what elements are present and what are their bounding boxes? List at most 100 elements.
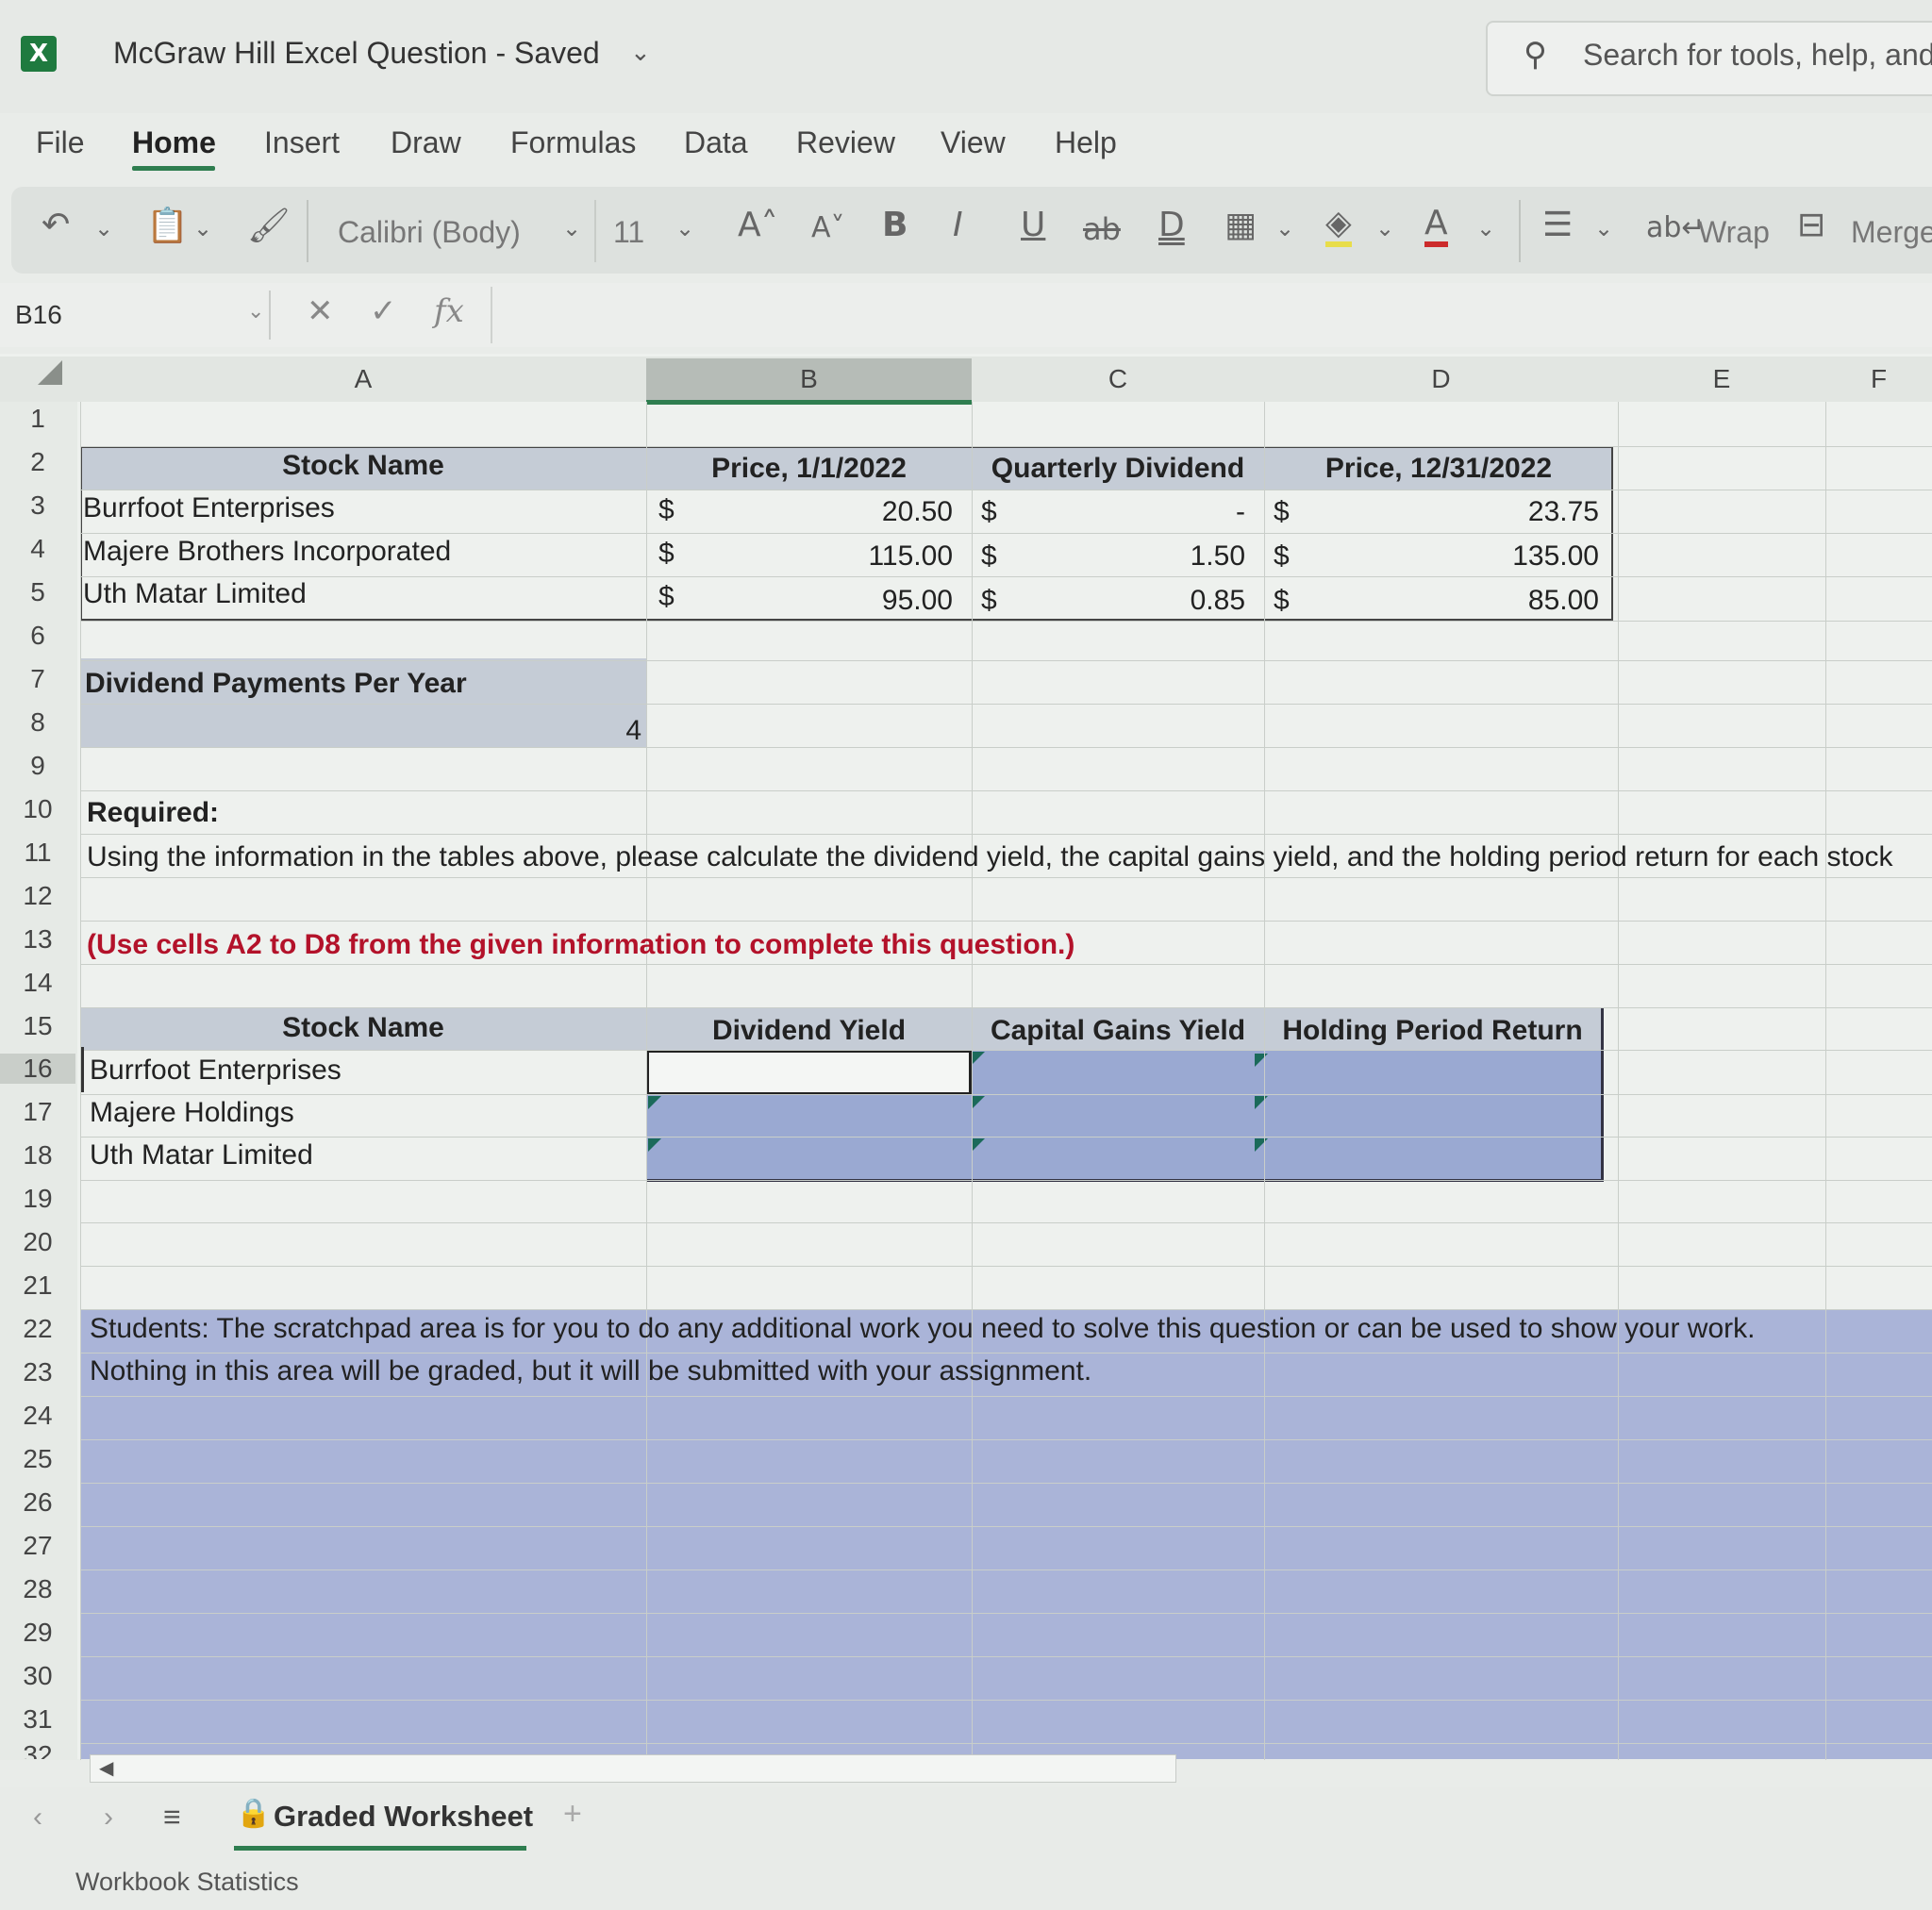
chevron-down-icon[interactable]: ⌄ (675, 215, 694, 241)
decrease-font-icon[interactable]: A˅ (811, 211, 845, 244)
table2-header-capital-gains-yield[interactable]: Capital Gains Yield (972, 1015, 1264, 1047)
price-start-cell[interactable]: 115.00 (693, 540, 953, 573)
dividend-cell[interactable]: 1.50 (1019, 540, 1245, 573)
strikethrough-icon[interactable]: ab (1083, 211, 1121, 247)
row-header[interactable]: 1 (0, 404, 75, 434)
menu-insert[interactable]: Insert (264, 125, 340, 160)
horizontal-scrollbar[interactable] (90, 1754, 1176, 1783)
document-title[interactable]: McGraw Hill Excel Question - Saved (113, 36, 600, 71)
table1-header-stock-name[interactable]: Stock Name (80, 450, 646, 482)
row-header[interactable]: 14 (0, 968, 75, 998)
select-all-icon[interactable] (38, 360, 62, 385)
required-label[interactable]: Required: (87, 797, 219, 829)
chevron-down-icon[interactable]: ⌄ (1375, 215, 1394, 241)
row-header[interactable]: 17 (0, 1097, 75, 1127)
row-header[interactable]: 28 (0, 1574, 75, 1604)
stock-name-cell[interactable]: Uth Matar Limited (83, 578, 307, 610)
bold-icon[interactable]: B (882, 206, 908, 244)
row-header[interactable]: 20 (0, 1227, 75, 1257)
workbook-statistics[interactable]: Workbook Statistics (75, 1868, 299, 1897)
format-painter-icon[interactable]: 🖌 (247, 206, 291, 245)
undo-icon[interactable]: ↶ (42, 206, 70, 244)
row-header[interactable]: 30 (0, 1661, 75, 1691)
row-header[interactable]: 31 (0, 1704, 75, 1735)
scratchpad-note[interactable]: Nothing in this area will be graded, but… (90, 1355, 1091, 1387)
row-header[interactable]: 27 (0, 1531, 75, 1561)
stock-name-cell[interactable]: Burrfoot Enterprises (83, 492, 335, 524)
row-header[interactable]: 12 (0, 881, 75, 911)
name-box[interactable]: B16 (11, 291, 271, 340)
chevron-down-icon[interactable]: ⌄ (630, 38, 651, 67)
required-text[interactable]: Using the information in the tables abov… (87, 841, 1932, 873)
scratchpad-instructions[interactable]: Students: The scratchpad area is for you… (90, 1313, 1929, 1345)
merge-button[interactable]: Merge (1851, 215, 1932, 250)
row-header[interactable]: 6 (0, 621, 75, 651)
scroll-left-icon[interactable]: ◀ (99, 1756, 113, 1780)
column-header-f[interactable]: F (1825, 358, 1932, 400)
dividend-payments-label[interactable]: Dividend Payments Per Year (85, 668, 467, 700)
menu-view[interactable]: View (941, 125, 1006, 160)
row-header-selected[interactable]: 16 (0, 1054, 75, 1084)
table2-header-stock-name[interactable]: Stock Name (80, 1012, 646, 1044)
price-end-cell[interactable]: 23.75 (1311, 496, 1599, 528)
align-icon[interactable]: ☰ (1542, 206, 1573, 244)
price-end-cell[interactable]: 135.00 (1311, 540, 1599, 573)
font-size-value[interactable]: 11 (613, 215, 644, 250)
row-header[interactable]: 29 (0, 1618, 75, 1648)
row-header[interactable]: 21 (0, 1271, 75, 1301)
chevron-down-icon[interactable]: ⌄ (193, 215, 212, 241)
row-header[interactable]: 4 (0, 534, 75, 564)
column-header-c[interactable]: C (972, 358, 1264, 400)
menu-review[interactable]: Review (796, 125, 895, 160)
menu-formulas[interactable]: Formulas (510, 125, 636, 160)
row-header[interactable]: 7 (0, 664, 75, 694)
stock-name-cell[interactable]: Majere Brothers Incorporated (83, 536, 451, 568)
row-header[interactable]: 23 (0, 1357, 75, 1387)
chevron-down-icon[interactable]: ⌄ (1275, 215, 1294, 241)
row-header[interactable]: 5 (0, 577, 75, 607)
column-header-b[interactable]: B (646, 358, 972, 405)
underline-icon[interactable]: U (1021, 206, 1045, 244)
row-header[interactable]: 24 (0, 1401, 75, 1431)
price-end-cell[interactable]: 85.00 (1311, 585, 1599, 617)
table1-header-price-start[interactable]: Price, 1/1/2022 (646, 453, 972, 485)
row-header[interactable]: 11 (0, 838, 75, 868)
next-sheet-icon[interactable]: › (104, 1802, 113, 1834)
menu-data[interactable]: Data (684, 125, 748, 160)
cancel-icon[interactable]: ✕ (307, 292, 334, 330)
table2-stock-name[interactable]: Burrfoot Enterprises (90, 1055, 341, 1087)
search-input[interactable]: Search for tools, help, and (1583, 38, 1932, 73)
borders-icon[interactable]: ▦ (1224, 206, 1257, 244)
row-header[interactable]: 18 (0, 1140, 75, 1171)
chevron-down-icon[interactable]: ⌄ (247, 300, 264, 324)
formula-input[interactable] (491, 287, 1932, 343)
table1-header-quarterly-dividend[interactable]: Quarterly Dividend (972, 453, 1264, 485)
table2-stock-name[interactable]: Majere Holdings (90, 1097, 294, 1129)
enter-icon[interactable]: ✓ (370, 292, 397, 330)
row-header[interactable]: 22 (0, 1314, 75, 1344)
row-header[interactable]: 32 (0, 1740, 75, 1759)
font-color-icon[interactable]: A (1424, 206, 1448, 247)
row-header[interactable]: 26 (0, 1487, 75, 1518)
table1-header-price-end[interactable]: Price, 12/31/2022 (1264, 453, 1613, 485)
menu-file[interactable]: File (36, 125, 85, 160)
column-header-d[interactable]: D (1264, 358, 1618, 400)
dividend-cell[interactable]: - (1019, 496, 1245, 528)
row-header[interactable]: 8 (0, 707, 75, 738)
row-header[interactable]: 13 (0, 924, 75, 955)
wrap-text-icon[interactable]: ab↵ (1646, 211, 1706, 244)
row-header[interactable]: 25 (0, 1444, 75, 1474)
price-start-cell[interactable]: 20.50 (693, 496, 953, 528)
row-header[interactable]: 3 (0, 490, 75, 521)
chevron-down-icon[interactable]: ⌄ (1594, 215, 1613, 241)
table2-stock-name[interactable]: Uth Matar Limited (90, 1139, 313, 1171)
table2-header-dividend-yield[interactable]: Dividend Yield (646, 1015, 972, 1047)
active-cell-b16[interactable] (646, 1050, 972, 1095)
clipboard-icon[interactable]: 📋 (146, 206, 189, 245)
prev-sheet-icon[interactable]: ‹ (33, 1802, 42, 1834)
row-header[interactable]: 2 (0, 447, 75, 477)
row-header[interactable]: 19 (0, 1184, 75, 1214)
wrap-text-button[interactable]: Wrap (1698, 215, 1770, 250)
dividend-cell[interactable]: 0.85 (1019, 585, 1245, 617)
dividend-payments-value[interactable]: 4 (566, 715, 641, 747)
